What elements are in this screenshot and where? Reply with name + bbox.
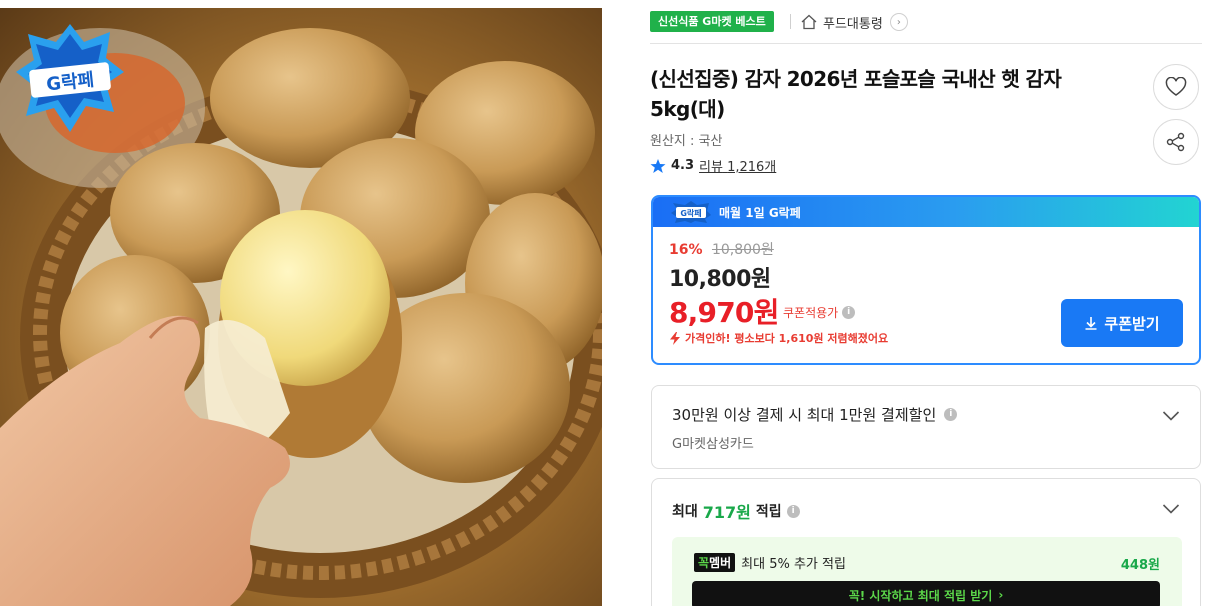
coupon-applied-text: 쿠폰적용가 — [783, 306, 839, 320]
membership-box: 꼭멤버 최대 5% 추가 적립 448원 꼭! 시작하고 최대 적립 받기 › — [672, 537, 1182, 606]
membership-row: 꼭멤버 최대 5% 추가 적립 — [694, 553, 846, 572]
card-discount-title: 30만원 이상 결제 시 최대 1만원 결제할인 — [672, 406, 937, 424]
review-link[interactable]: 리뷰 1,216개 — [699, 156, 776, 175]
rating-row: 4.3 리뷰 1,216개 — [650, 156, 776, 175]
home-icon — [801, 14, 817, 30]
review-count: 1,216개 — [727, 160, 777, 175]
brand-link[interactable]: 푸드대통령 › — [800, 11, 908, 33]
review-label: 리뷰 — [699, 160, 723, 175]
card-discount-subtitle: G마켓삼성카드 — [672, 437, 754, 452]
share-icon — [1166, 132, 1185, 152]
share-button[interactable] — [1153, 119, 1199, 165]
membership-points: 448원 — [1120, 558, 1160, 573]
product-topbar: 신선식품 G마켓 베스트 푸드대통령 › — [650, 10, 1202, 44]
discount-line: 16% 10,800원 — [669, 239, 774, 259]
product-info-panel: 신선식품 G마켓 베스트 푸드대통령 › (신선집중) 감자 2026년 포슬포… — [650, 0, 1202, 606]
card-discount-accordion[interactable]: 30만원 이상 결제 시 최대 1만원 결제할인 i G마켓삼성카드 — [651, 385, 1201, 469]
brand-name: 푸드대통령 — [823, 16, 883, 32]
chevron-right-icon: › — [889, 13, 908, 31]
coupon-button-label: 쿠폰받기 — [1104, 314, 1160, 333]
topbar-divider — [790, 14, 791, 29]
glakpye-badge-icon: G락페 — [16, 24, 124, 132]
info-icon[interactable]: i — [786, 504, 800, 518]
price-box: G락페 매월 1일 G락페 16% 10,800원 10,800원 8,970원… — [651, 195, 1201, 365]
discount-rate: 16% — [669, 242, 703, 258]
promo-header: G락페 매월 1일 G락페 — [653, 197, 1199, 227]
info-icon[interactable]: i — [944, 408, 958, 421]
original-price: 10,800원 — [711, 242, 774, 258]
coupon-price: 8,970원 — [669, 296, 779, 329]
glakpye-mini-icon: G락페 — [671, 201, 711, 223]
origin-label: 원산지 : 국산 — [650, 134, 723, 149]
rating-score: 4.3 — [671, 158, 695, 173]
price-drop-text: 가격인하! 평소보다 1,610원 저렴해졌어요 — [685, 332, 889, 345]
membership-badge: 꼭멤버 — [694, 553, 736, 572]
points-amount: 717원 — [702, 503, 751, 522]
best-badge[interactable]: 신선식품 G마켓 베스트 — [650, 11, 774, 32]
price-body: 16% 10,800원 10,800원 8,970원 쿠폰적용가 i 가격인하!… — [653, 227, 1199, 363]
points-accordion[interactable]: 최대 717원 적립 i 꼭멤버 최대 5% 추가 적립 448원 꼭! 시작하… — [651, 478, 1201, 606]
svg-text:G락페: G락페 — [680, 208, 701, 218]
sale-price: 10,800원 — [669, 267, 771, 292]
chevron-right-icon: › — [998, 588, 1004, 602]
price-drop-notice: 가격인하! 평소보다 1,610원 저렴해졌어요 — [669, 330, 888, 346]
star-icon — [650, 158, 666, 173]
coupon-download-button[interactable]: 쿠폰받기 — [1061, 299, 1183, 347]
product-image: G락페 — [0, 8, 602, 606]
chevron-down-icon[interactable] — [1162, 410, 1180, 422]
bolt-icon — [670, 331, 680, 345]
heart-icon — [1165, 77, 1187, 96]
info-icon[interactable]: i — [842, 306, 856, 319]
card-discount-title-row: 30만원 이상 결제 시 최대 1만원 결제할인 i — [672, 404, 958, 425]
promo-header-text: 매월 1일 G락페 — [719, 205, 801, 220]
membership-cta-label: 꼭! 시작하고 최대 적립 받기 — [848, 588, 993, 603]
points-title: 최대 717원 적립 i — [672, 499, 800, 523]
download-icon — [1085, 317, 1097, 330]
coupon-applied-label: 쿠폰적용가 i — [783, 304, 856, 321]
product-title: (신선집중) 감자 2026년 포슬포슬 국내산 햇 감자 5kg(대) — [650, 67, 1062, 121]
chevron-down-icon[interactable] — [1162, 503, 1180, 515]
points-suffix: 적립 — [755, 504, 782, 520]
wishlist-button[interactable] — [1153, 64, 1199, 110]
points-prefix: 최대 — [672, 504, 698, 520]
membership-cta-button[interactable]: 꼭! 시작하고 최대 적립 받기 › — [692, 581, 1160, 606]
membership-text: 최대 5% 추가 적립 — [741, 557, 846, 572]
